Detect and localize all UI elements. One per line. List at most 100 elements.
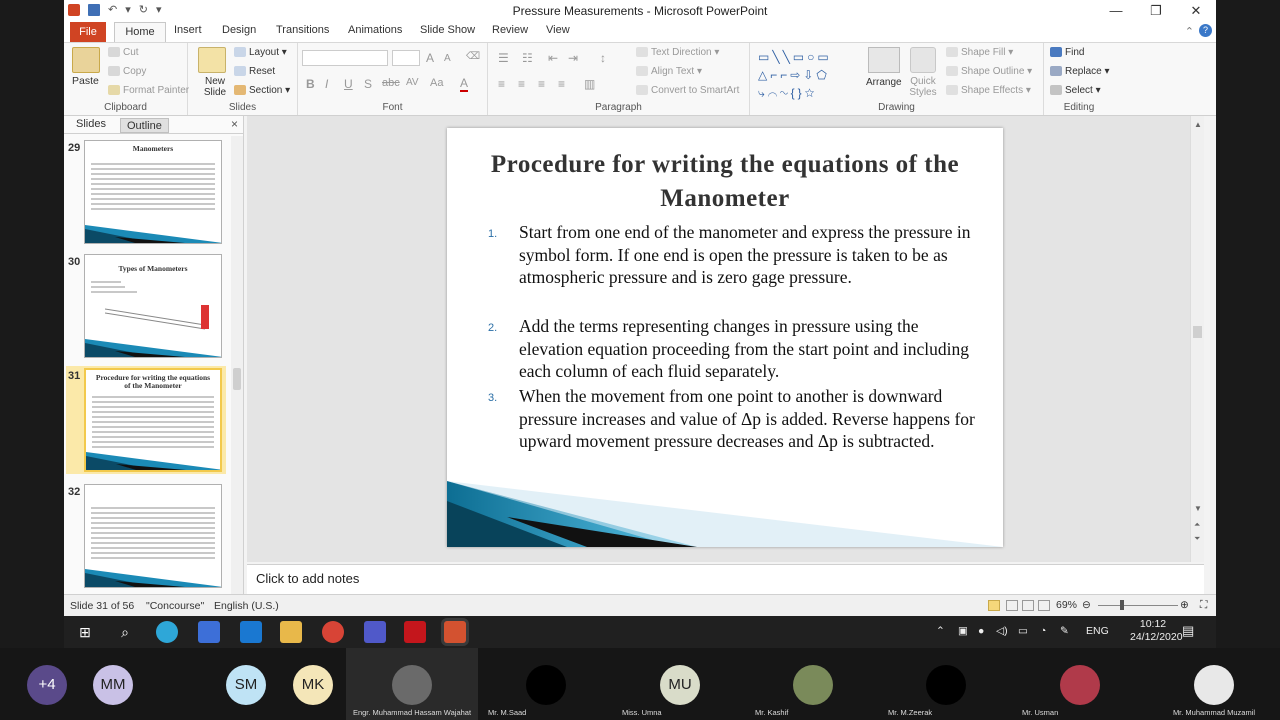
grow-font-button[interactable]: A xyxy=(426,51,434,65)
paste-button[interactable]: Paste xyxy=(72,75,99,87)
slide-list-item[interactable]: Add the terms representing changes in pr… xyxy=(519,315,979,383)
scroll-thumb[interactable] xyxy=(1193,326,1202,338)
notes-placeholder[interactable]: Click to add notes xyxy=(256,571,359,586)
scroll-down-icon[interactable]: ▼ xyxy=(1194,504,1202,513)
tab-slide-show[interactable]: Slide Show xyxy=(420,24,475,36)
shapes-gallery[interactable]: ▭╲╲▭○▭ △⌐⌐⇨⇩⬠ ⤷⌒∿{}☆ xyxy=(758,48,858,100)
slide-title[interactable]: Procedure for writing the equations of t… xyxy=(467,148,983,216)
language-indicator[interactable]: English (U.S.) xyxy=(214,600,279,612)
bullets-icon[interactable]: ☰ xyxy=(498,51,509,65)
align-text-button[interactable]: Align Text ▾ xyxy=(636,66,702,77)
chrome-icon[interactable] xyxy=(322,621,344,643)
zoom-slider[interactable] xyxy=(1098,605,1178,606)
text-direction-button[interactable]: Text Direction ▾ xyxy=(636,47,719,58)
select-button[interactable]: Select ▾ xyxy=(1050,85,1101,96)
file-explorer-icon[interactable] xyxy=(280,621,302,643)
align-left-icon[interactable]: ≡ xyxy=(498,77,505,91)
font-size-select[interactable] xyxy=(392,50,420,66)
copy-button[interactable]: Copy xyxy=(108,66,146,77)
new-slide-button[interactable]: New Slide xyxy=(200,76,230,98)
acrobat-icon[interactable] xyxy=(404,621,426,643)
change-case-button[interactable]: Aa xyxy=(430,77,443,89)
tab-insert[interactable]: Insert xyxy=(174,24,202,36)
microphone-icon[interactable]: ● xyxy=(978,625,984,637)
participant-tile[interactable]: Engr. Muhammad Hassam Wajahat xyxy=(346,648,478,720)
tab-view[interactable]: View xyxy=(546,24,570,36)
increase-indent-icon[interactable]: ⇥ xyxy=(568,51,578,65)
scroll-up-icon[interactable]: ▲ xyxy=(1194,120,1202,129)
wifi-icon[interactable]: ◔ xyxy=(1040,625,1046,637)
numbering-icon[interactable]: ☷ xyxy=(522,51,533,65)
replace-button[interactable]: Replace ▾ xyxy=(1050,66,1110,77)
bold-button[interactable]: B xyxy=(306,77,315,91)
find-button[interactable]: Find xyxy=(1050,47,1084,58)
line-spacing-icon[interactable]: ↕ xyxy=(600,51,606,65)
format-painter-button[interactable]: Format Painter xyxy=(108,85,189,96)
reset-button[interactable]: Reset xyxy=(234,66,275,77)
tab-home[interactable]: Home xyxy=(114,22,166,43)
italic-button[interactable]: I xyxy=(325,77,328,91)
columns-icon[interactable]: ▥ xyxy=(584,77,595,91)
zoom-in-icon[interactable]: ⊕ xyxy=(1180,599,1189,611)
close-pane-icon[interactable]: × xyxy=(231,117,238,131)
align-right-icon[interactable]: ≡ xyxy=(538,77,545,91)
section-button[interactable]: Section ▾ xyxy=(234,85,290,96)
notification-icon[interactable]: ▤ xyxy=(1182,623,1194,639)
slide-thumbnail-32[interactable] xyxy=(84,484,222,588)
slide-thumbnail-31[interactable]: Procedure for writing the equations of t… xyxy=(84,368,222,472)
new-slide-icon[interactable] xyxy=(198,47,226,73)
arrange-icon[interactable] xyxy=(868,47,900,73)
char-spacing-button[interactable]: AV xyxy=(406,77,419,88)
participant-tile[interactable]: Mr. M.Saad xyxy=(480,648,612,720)
participant-tile[interactable]: MU Miss. Umna xyxy=(614,648,746,720)
tray-overflow-icon[interactable]: ⌃ xyxy=(936,625,945,637)
slideshow-icon[interactable] xyxy=(1038,600,1050,611)
pen-icon[interactable]: ✎ xyxy=(1060,625,1069,637)
participant-tile[interactable]: Mr. Kashif xyxy=(747,648,879,720)
editor-scrollbar[interactable]: ▲ ▼ ⏶ ⏷ xyxy=(1190,116,1204,562)
fit-slide-icon[interactable]: ⛶ xyxy=(1200,599,1207,612)
windows-start-icon[interactable]: ⊞ xyxy=(74,621,96,643)
volume-icon[interactable]: ◁) xyxy=(996,625,1008,637)
meet-now-icon[interactable]: ▣ xyxy=(958,625,968,637)
shadow-button[interactable]: S xyxy=(364,77,372,91)
underline-button[interactable]: U xyxy=(344,77,353,91)
decrease-indent-icon[interactable]: ⇤ xyxy=(548,51,558,65)
minimize-button[interactable]: — xyxy=(1096,0,1136,22)
convert-smartart-button[interactable]: Convert to SmartArt xyxy=(636,85,739,96)
shape-fill-button[interactable]: Shape Fill ▾ xyxy=(946,47,1013,58)
tab-file[interactable]: File xyxy=(70,22,106,42)
slide-list-item[interactable]: When the movement from one point to anot… xyxy=(519,385,979,453)
tab-slides[interactable]: Slides xyxy=(76,118,106,130)
zoom-slider-thumb[interactable] xyxy=(1120,600,1124,610)
zoom-out-icon[interactable]: ⊖ xyxy=(1082,599,1091,611)
participant-tile[interactable]: Mr. Usman xyxy=(1014,648,1146,720)
tab-transitions[interactable]: Transitions xyxy=(276,24,329,36)
teams-icon[interactable] xyxy=(364,621,386,643)
slide-thumbnail-30[interactable]: Types of Manometers xyxy=(84,254,222,358)
slide-sorter-icon[interactable] xyxy=(1006,600,1018,611)
shape-outline-button[interactable]: Shape Outline ▾ xyxy=(946,66,1032,77)
input-language[interactable]: ENG xyxy=(1086,625,1109,637)
font-family-select[interactable] xyxy=(302,50,388,66)
clear-format-icon[interactable]: ⌫ xyxy=(466,51,480,62)
scroll-thumb[interactable] xyxy=(233,368,241,390)
arrange-button[interactable]: Arrange xyxy=(866,77,902,88)
powerpoint-taskbar-icon[interactable] xyxy=(444,621,466,643)
justify-icon[interactable]: ≡ xyxy=(558,77,565,91)
restore-button[interactable]: ❐ xyxy=(1136,0,1176,22)
ribbon-collapse-icon[interactable]: ⌃ xyxy=(1185,25,1194,38)
slide-list-item[interactable]: Start from one end of the manometer and … xyxy=(519,221,979,289)
layout-button[interactable]: Layout ▾ xyxy=(234,47,287,58)
normal-view-icon[interactable] xyxy=(988,600,1000,611)
thumbnail-scrollbar[interactable] xyxy=(231,136,243,594)
tab-design[interactable]: Design xyxy=(222,24,256,36)
notes-pane[interactable]: Click to add notes xyxy=(247,564,1204,594)
close-button[interactable]: ✕ xyxy=(1176,0,1216,22)
help-icon[interactable]: ? xyxy=(1199,24,1212,37)
shrink-font-button[interactable]: A xyxy=(444,53,451,64)
reading-view-icon[interactable] xyxy=(1022,600,1034,611)
participant-tile[interactable]: Mr. M.Zeerak xyxy=(880,648,1012,720)
tab-outline[interactable]: Outline xyxy=(120,118,169,133)
battery-icon[interactable]: ▭ xyxy=(1018,625,1028,637)
